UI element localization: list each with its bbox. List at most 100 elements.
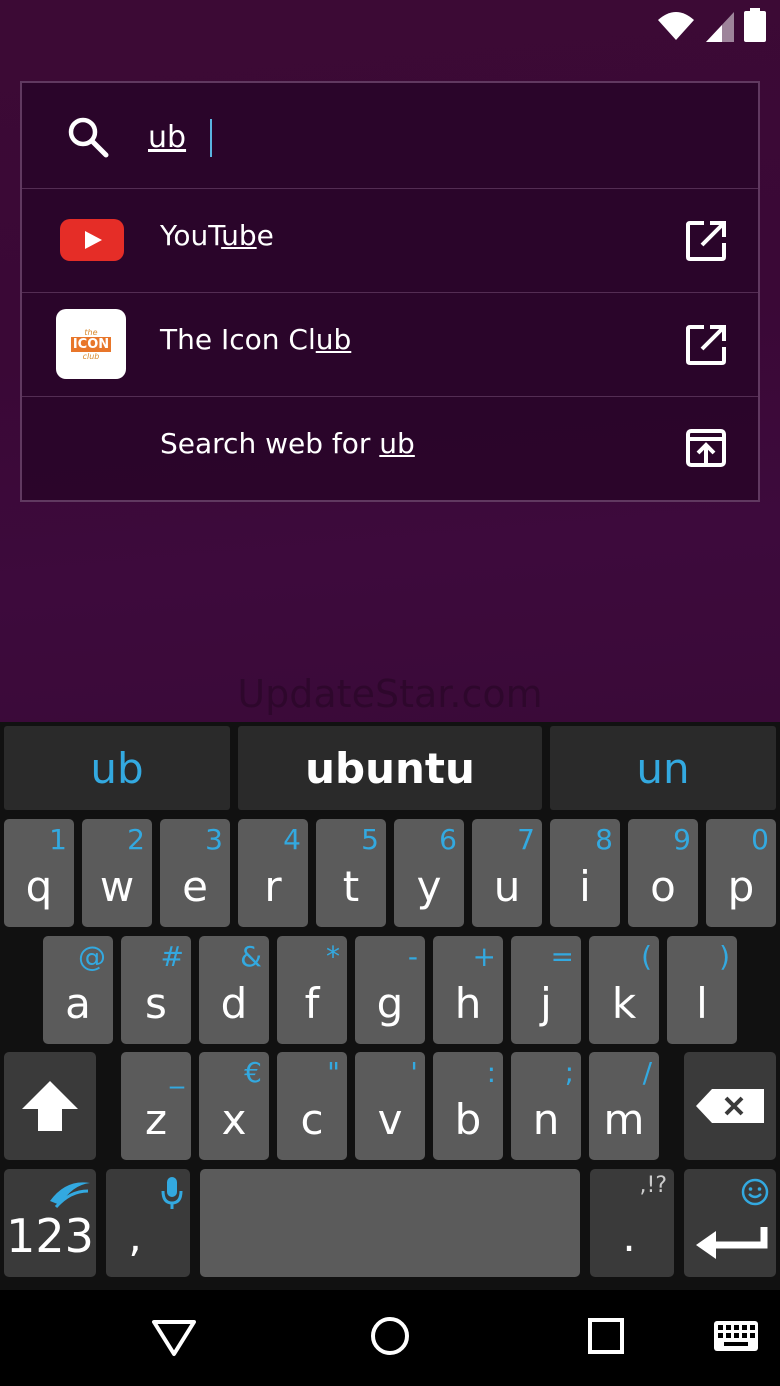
battery-icon [744,8,766,42]
text-cursor [210,119,212,157]
key-s[interactable]: # s [121,936,191,1044]
microphone-icon [161,1177,183,1209]
youtube-app-icon [60,219,124,261]
key-label: z [144,1095,168,1144]
back-icon[interactable] [144,1306,204,1366]
suggestion-left[interactable]: ub [4,726,230,810]
key-secondary-label: & [240,940,262,973]
open-external-icon[interactable] [684,323,728,367]
search-input[interactable] [148,115,708,159]
key-label: t [342,862,360,911]
key-label: q [25,862,53,911]
key-label: x [221,1095,247,1144]
key-label: a [65,979,91,1028]
space-key[interactable] [200,1169,580,1277]
key-i[interactable]: 8i [550,819,620,927]
key-e[interactable]: 3e [160,819,230,927]
web-search-icon[interactable] [684,427,728,471]
key-k[interactable]: (k [589,936,659,1044]
key-y[interactable]: 6y [394,819,464,927]
open-external-icon[interactable] [684,219,728,263]
backspace-key[interactable] [684,1052,776,1160]
suggestion-right[interactable]: un [550,726,776,810]
key-p[interactable]: 0p [706,819,776,927]
key-d[interactable]: & d [199,936,269,1044]
key-z[interactable]: _ z [121,1052,191,1160]
key-secondary-label: + [472,940,496,973]
key-x[interactable]: € x [199,1052,269,1160]
result-row-icon-club[interactable]: the ICON club The Icon Club [22,292,758,396]
emoji-icon [741,1178,769,1206]
key-secondary-label: 8 [595,823,613,856]
suggestion-bar: ub ubuntu un [0,722,780,814]
key-secondary-label: ) [719,940,730,973]
key-n[interactable]: ; n [511,1052,581,1160]
search-bar [22,83,758,188]
key-t[interactable]: 5t [316,819,386,927]
result-label: Search web for ub [160,427,415,460]
key-r[interactable]: 4r [238,819,308,927]
key-label: n [532,1095,560,1144]
key-label: d [220,979,248,1028]
key-secondary-label: _ [170,1056,184,1089]
key-secondary-label: € [244,1056,262,1089]
result-row-search-web[interactable]: Search web for ub [22,396,758,500]
swiftkey-logo-icon [50,1182,90,1209]
shift-key[interactable] [4,1052,96,1160]
suggestion-center[interactable]: ubuntu [238,726,542,810]
search-icon[interactable] [66,115,110,159]
comma-key[interactable]: , [106,1169,190,1277]
keyboard: ub ubuntu un 1q2w3e4r5t6y7u8i9o0p @ a # s & d… [0,722,780,1290]
result-row-youtube[interactable]: YouTube [22,188,758,292]
key-h[interactable]: + h [433,936,503,1044]
key-w[interactable]: 2w [82,819,152,927]
period-key[interactable]: ,!? . [590,1169,674,1277]
key-label: l [696,979,708,1028]
key-label: k [611,979,637,1028]
key-l[interactable]: ) l [667,936,737,1044]
key-q[interactable]: 1q [4,819,74,927]
key-j[interactable]: = j [511,936,581,1044]
key-secondary-label: 3 [205,823,223,856]
key-m[interactable]: / m [589,1052,659,1160]
key-secondary-label: @ [78,940,106,973]
backspace-icon [696,1089,764,1123]
key-secondary-label: ' [410,1056,418,1089]
key-c[interactable]: " c [277,1052,347,1160]
key-label: r [264,862,282,911]
key-label: i [579,862,591,911]
key-secondary-label: = [550,940,574,973]
home-icon[interactable] [360,1306,420,1366]
shift-icon [22,1081,78,1131]
key-secondary-label: 9 [673,823,691,856]
key-secondary-label: ( [641,940,652,973]
search-panel: YouTube the ICON club The Icon Club Sear… [20,81,760,502]
key-f[interactable]: * f [277,936,347,1044]
key-label: b [454,1095,482,1144]
key-secondary-label: " [327,1056,340,1089]
key-o[interactable]: 9o [628,819,698,927]
key-label: j [540,979,552,1028]
key-secondary-label: 0 [751,823,769,856]
key-label: v [377,1095,403,1144]
key-g[interactable]: -g [355,936,425,1044]
key-secondary-label: ; [564,1056,574,1089]
key-label: s [145,979,167,1028]
keyboard-switch-icon[interactable] [706,1306,766,1366]
key-a[interactable]: @ a [43,936,113,1044]
key-label: o [650,862,676,911]
key-u[interactable]: 7u [472,819,542,927]
key-label: c [300,1095,324,1144]
key-label: m [603,1095,645,1144]
result-label: The Icon Club [160,323,352,356]
watermark: UpdateStar.com [237,672,543,716]
key-v[interactable]: ' v [355,1052,425,1160]
key-label: u [493,862,521,911]
result-label: YouTube [160,219,274,252]
key-label: e [182,862,208,911]
key-label: f [304,979,320,1028]
enter-key[interactable] [684,1169,776,1277]
key-b[interactable]: :b [433,1052,503,1160]
key-secondary-label: 4 [283,823,301,856]
recents-icon[interactable] [576,1306,636,1366]
